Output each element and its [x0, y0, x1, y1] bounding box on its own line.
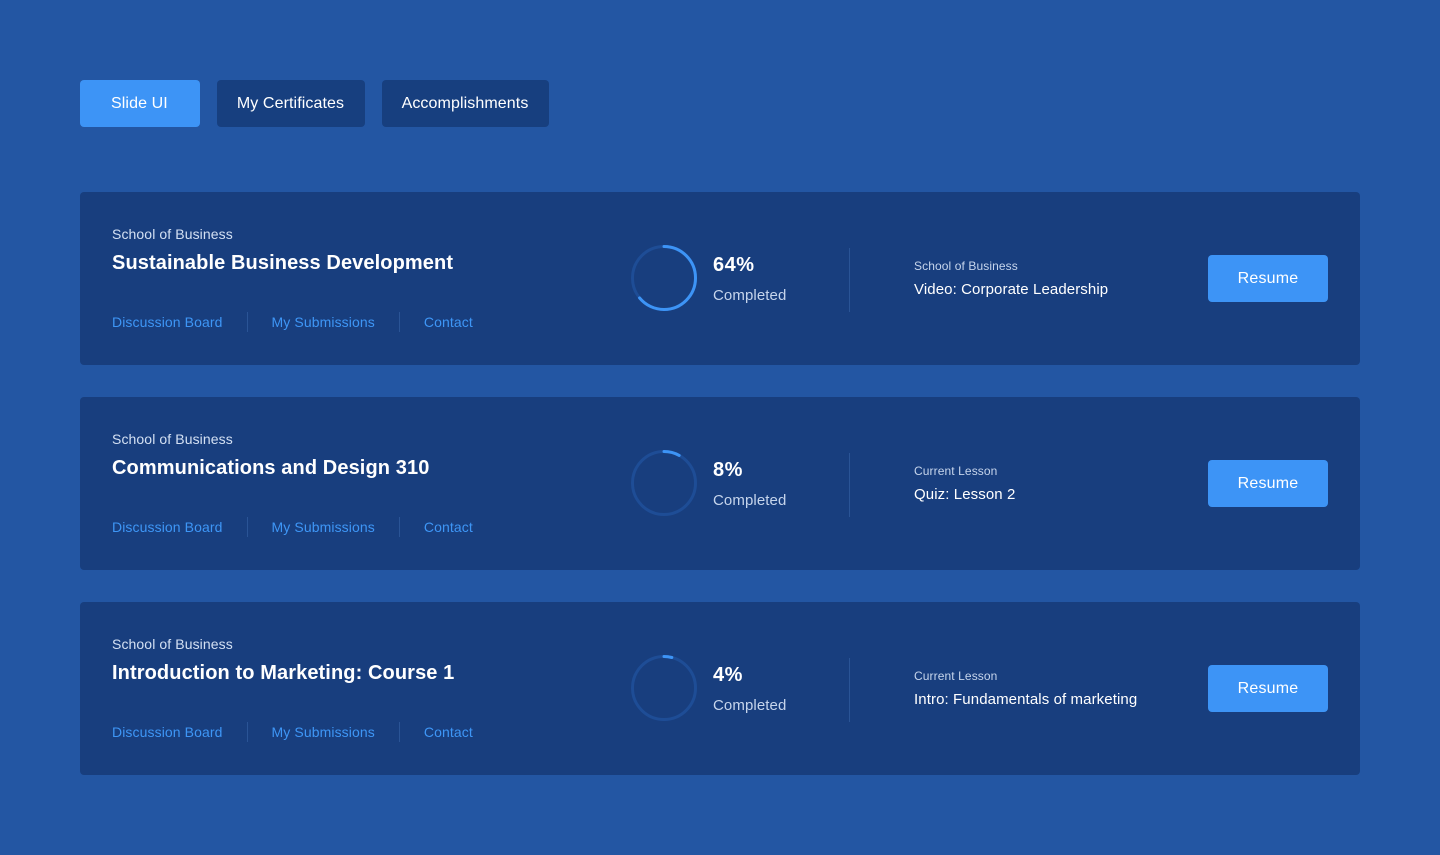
current-lesson-title: Video: Corporate Leadership [914, 281, 1109, 298]
lesson-caption: School of Business [914, 259, 1018, 273]
progress-percent: 64% [713, 254, 755, 276]
resume-button[interactable]: Resume [1208, 255, 1328, 302]
tab-my-certificates[interactable]: My Certificates [217, 80, 365, 127]
link-divider [398, 312, 400, 332]
discussion-board-link[interactable]: Discussion Board [112, 724, 223, 740]
current-lesson-title: Quiz: Lesson 2 [914, 486, 1016, 503]
resume-button[interactable]: Resume [1208, 460, 1328, 507]
lesson-caption: Current Lesson [914, 464, 998, 478]
my-submissions-link[interactable]: My Submissions [272, 314, 375, 330]
course-school: School of Business [112, 636, 233, 652]
course-school: School of Business [112, 431, 233, 447]
course-card: School of Business Introduction to Marke… [80, 602, 1360, 775]
section-divider [849, 453, 850, 517]
progress-label: Completed [713, 287, 787, 304]
link-divider [246, 517, 248, 537]
section-divider [849, 658, 850, 722]
course-title: Introduction to Marketing: Course 1 [112, 662, 455, 684]
discussion-board-link[interactable]: Discussion Board [112, 519, 223, 535]
discussion-board-link[interactable]: Discussion Board [112, 314, 223, 330]
current-lesson-title: Intro: Fundamentals of marketing [914, 691, 1138, 708]
course-school: School of Business [112, 226, 233, 242]
progress-ring-track [631, 450, 697, 516]
course-title: Communications and Design 310 [112, 457, 430, 479]
link-divider [398, 722, 400, 742]
section-divider [849, 248, 850, 312]
course-card: School of Business Communications and De… [80, 397, 1360, 570]
lesson-caption: Current Lesson [914, 669, 998, 683]
progress-ring [631, 655, 697, 721]
progress-ring-track [631, 655, 697, 721]
contact-link[interactable]: Contact [424, 724, 473, 740]
progress-label: Completed [713, 697, 787, 714]
progress-percent: 4% [713, 664, 743, 686]
progress-percent: 8% [713, 459, 743, 481]
link-divider [246, 312, 248, 332]
contact-link[interactable]: Contact [424, 519, 473, 535]
course-links: Discussion Board My Submissions Contact [112, 517, 473, 537]
course-card: School of Business Sustainable Business … [80, 192, 1360, 365]
course-links: Discussion Board My Submissions Contact [112, 312, 473, 332]
my-submissions-link[interactable]: My Submissions [272, 519, 375, 535]
progress-ring [631, 245, 697, 311]
resume-button[interactable]: Resume [1208, 665, 1328, 712]
progress-ring [631, 450, 697, 516]
tab-slide-ui[interactable]: Slide UI [80, 80, 200, 127]
my-submissions-link[interactable]: My Submissions [272, 724, 375, 740]
course-title: Sustainable Business Development [112, 252, 454, 274]
course-links: Discussion Board My Submissions Contact [112, 722, 473, 742]
link-divider [246, 722, 248, 742]
tab-bar: Slide UI My Certificates Accomplishments [80, 80, 549, 128]
contact-link[interactable]: Contact [424, 314, 473, 330]
tab-accomplishments[interactable]: Accomplishments [382, 80, 549, 127]
progress-label: Completed [713, 492, 787, 509]
link-divider [398, 517, 400, 537]
